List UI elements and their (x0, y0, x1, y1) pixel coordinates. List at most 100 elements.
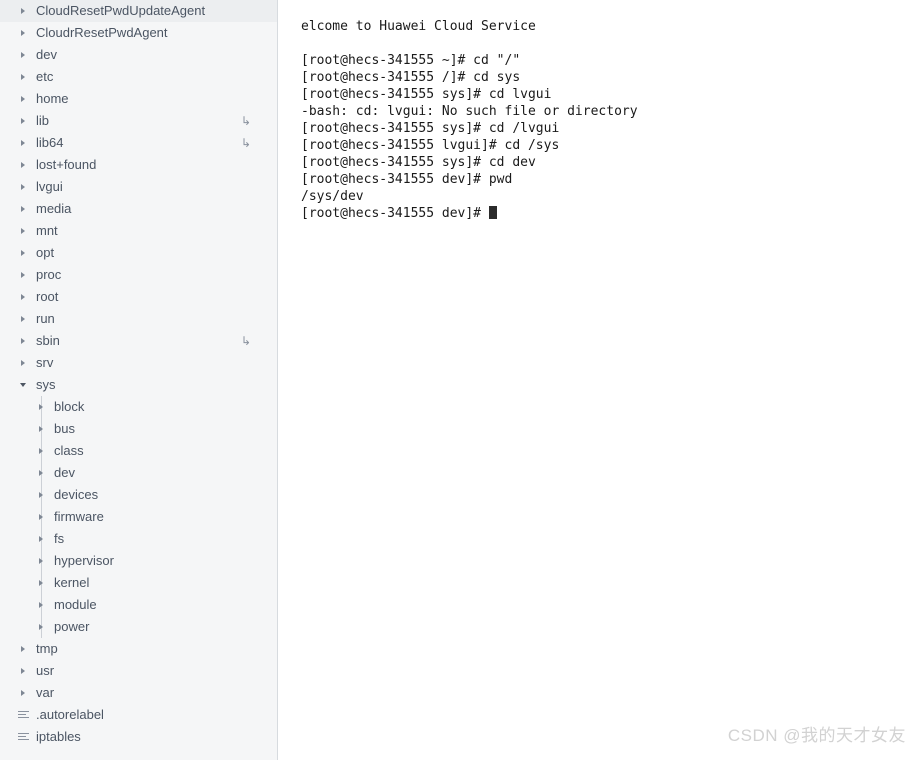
tree-item-usr[interactable]: usr (0, 660, 277, 682)
tree-item-opt[interactable]: opt (0, 242, 277, 264)
tree-item-mnt[interactable]: mnt (0, 220, 277, 242)
terminal-output: elcome to Huawei Cloud Service [root@hecs… (301, 18, 638, 222)
tree-item-label: dev (54, 465, 75, 480)
tree-item-label: kernel (54, 575, 90, 590)
tree-item-lib64[interactable]: lib64 ↳ (0, 132, 277, 154)
chevron-right-icon[interactable] (34, 550, 48, 572)
csdn-watermark: CSDN @我的天才女友 (727, 726, 906, 745)
tree-item-root[interactable]: root (0, 286, 277, 308)
chevron-right-glyph (21, 52, 25, 58)
tree-item-fs[interactable]: fs (0, 528, 277, 550)
chevron-right-icon[interactable] (16, 330, 30, 352)
chevron-right-glyph (21, 690, 25, 696)
tree-item-label: tmp (36, 641, 58, 656)
tree-item-dev[interactable]: dev (0, 462, 277, 484)
file-lines-icon[interactable] (16, 726, 30, 748)
chevron-right-icon[interactable] (34, 462, 48, 484)
tree-item-label: media (36, 201, 72, 216)
tree-item-iptables[interactable]: iptables (0, 726, 277, 748)
chevron-right-icon[interactable] (16, 220, 30, 242)
symlink-arrow-icon: ↳ (240, 334, 251, 348)
tree-item-sys[interactable]: sys (0, 374, 277, 396)
tree-item-power[interactable]: power (0, 616, 277, 638)
tree-item-label: mnt (36, 223, 58, 238)
chevron-right-icon[interactable] (34, 396, 48, 418)
chevron-right-icon[interactable] (16, 682, 30, 704)
terminal-pane[interactable]: elcome to Huawei Cloud Service [root@hecs… (278, 0, 924, 760)
tree-item-run[interactable]: run (0, 308, 277, 330)
chevron-right-icon[interactable] (34, 572, 48, 594)
tree-item-lib[interactable]: lib ↳ (0, 110, 277, 132)
chevron-right-icon[interactable] (16, 88, 30, 110)
tree-item-label: lost+found (36, 157, 97, 172)
tree-item-hypervisor[interactable]: hypervisor (0, 550, 277, 572)
tree-item-class[interactable]: class (0, 440, 277, 462)
chevron-right-icon[interactable] (16, 660, 30, 682)
tree-item-autorelabel[interactable]: .autorelabel (0, 704, 277, 726)
symlink-arrow-icon: ↳ (240, 136, 251, 150)
chevron-right-glyph (21, 228, 25, 234)
tree-item-label: lib64 (36, 135, 64, 150)
tree-item-bus[interactable]: bus (0, 418, 277, 440)
tree-item-cloudrresetpwdagent[interactable]: CloudrResetPwdAgent (0, 22, 277, 44)
chevron-right-icon[interactable] (34, 484, 48, 506)
chevron-right-glyph (21, 30, 25, 36)
terminal-line: [root@hecs-341555 sys]# cd dev (301, 155, 536, 170)
chevron-right-icon[interactable] (34, 506, 48, 528)
terminal-prompt-line[interactable]: [root@hecs-341555 dev]# (301, 205, 638, 222)
chevron-right-icon[interactable] (16, 198, 30, 220)
chevron-right-glyph (21, 360, 25, 366)
tree-item-label: fs (54, 531, 65, 546)
tree-item-sbin[interactable]: sbin ↳ (0, 330, 277, 352)
chevron-right-icon[interactable] (16, 0, 30, 22)
tree-item-label: CloudResetPwdUpdateAgent (36, 3, 206, 18)
terminal-line: [root@hecs-341555 sys]# cd /lvgui (301, 121, 560, 136)
tree-item-dev[interactable]: dev (0, 44, 277, 66)
tree-item-lvgui[interactable]: lvgui (0, 176, 277, 198)
chevron-right-icon[interactable] (16, 176, 30, 198)
tree-item-media[interactable]: media (0, 198, 277, 220)
chevron-right-glyph (21, 338, 25, 344)
tree-item-devices[interactable]: devices (0, 484, 277, 506)
chevron-right-icon[interactable] (16, 44, 30, 66)
tree-item-proc[interactable]: proc (0, 264, 277, 286)
chevron-right-icon[interactable] (34, 616, 48, 638)
tree-item-block[interactable]: block (0, 396, 277, 418)
chevron-right-icon[interactable] (16, 242, 30, 264)
tree-item-cloudresetpwdupdateagent[interactable]: CloudResetPwdUpdateAgent (0, 0, 277, 22)
chevron-right-icon[interactable] (34, 594, 48, 616)
tree-item-module[interactable]: module (0, 594, 277, 616)
chevron-right-icon[interactable] (34, 440, 48, 462)
chevron-right-icon[interactable] (16, 638, 30, 660)
tree-item-kernel[interactable]: kernel (0, 572, 277, 594)
chevron-right-glyph (39, 558, 43, 564)
chevron-right-glyph (39, 448, 43, 454)
chevron-right-icon[interactable] (16, 286, 30, 308)
file-tree-list[interactable]: CloudResetPwdUpdateAgent CloudrResetPwdAg… (0, 0, 277, 748)
tree-item-srv[interactable]: srv (0, 352, 277, 374)
chevron-right-icon[interactable] (16, 22, 30, 44)
chevron-right-icon[interactable] (16, 154, 30, 176)
chevron-right-icon[interactable] (34, 528, 48, 550)
tree-item-lost-found[interactable]: lost+found (0, 154, 277, 176)
chevron-right-icon[interactable] (34, 418, 48, 440)
chevron-right-icon[interactable] (16, 110, 30, 132)
chevron-right-icon[interactable] (16, 132, 30, 154)
tree-item-etc[interactable]: etc (0, 66, 277, 88)
chevron-right-glyph (21, 140, 25, 146)
tree-item-label: power (54, 619, 90, 634)
file-lines-icon[interactable] (16, 704, 30, 726)
chevron-right-icon[interactable] (16, 264, 30, 286)
chevron-down-icon[interactable] (16, 374, 30, 396)
tree-item-label: .autorelabel (36, 707, 104, 722)
chevron-right-icon[interactable] (16, 66, 30, 88)
tree-item-tmp[interactable]: tmp (0, 638, 277, 660)
chevron-right-glyph (39, 624, 43, 630)
file-explorer-sidebar[interactable]: CloudResetPwdUpdateAgent CloudrResetPwdAg… (0, 0, 278, 760)
chevron-right-icon[interactable] (16, 352, 30, 374)
tree-item-firmware[interactable]: firmware (0, 506, 277, 528)
chevron-right-icon[interactable] (16, 308, 30, 330)
tree-item-home[interactable]: home (0, 88, 277, 110)
tree-item-var[interactable]: var (0, 682, 277, 704)
